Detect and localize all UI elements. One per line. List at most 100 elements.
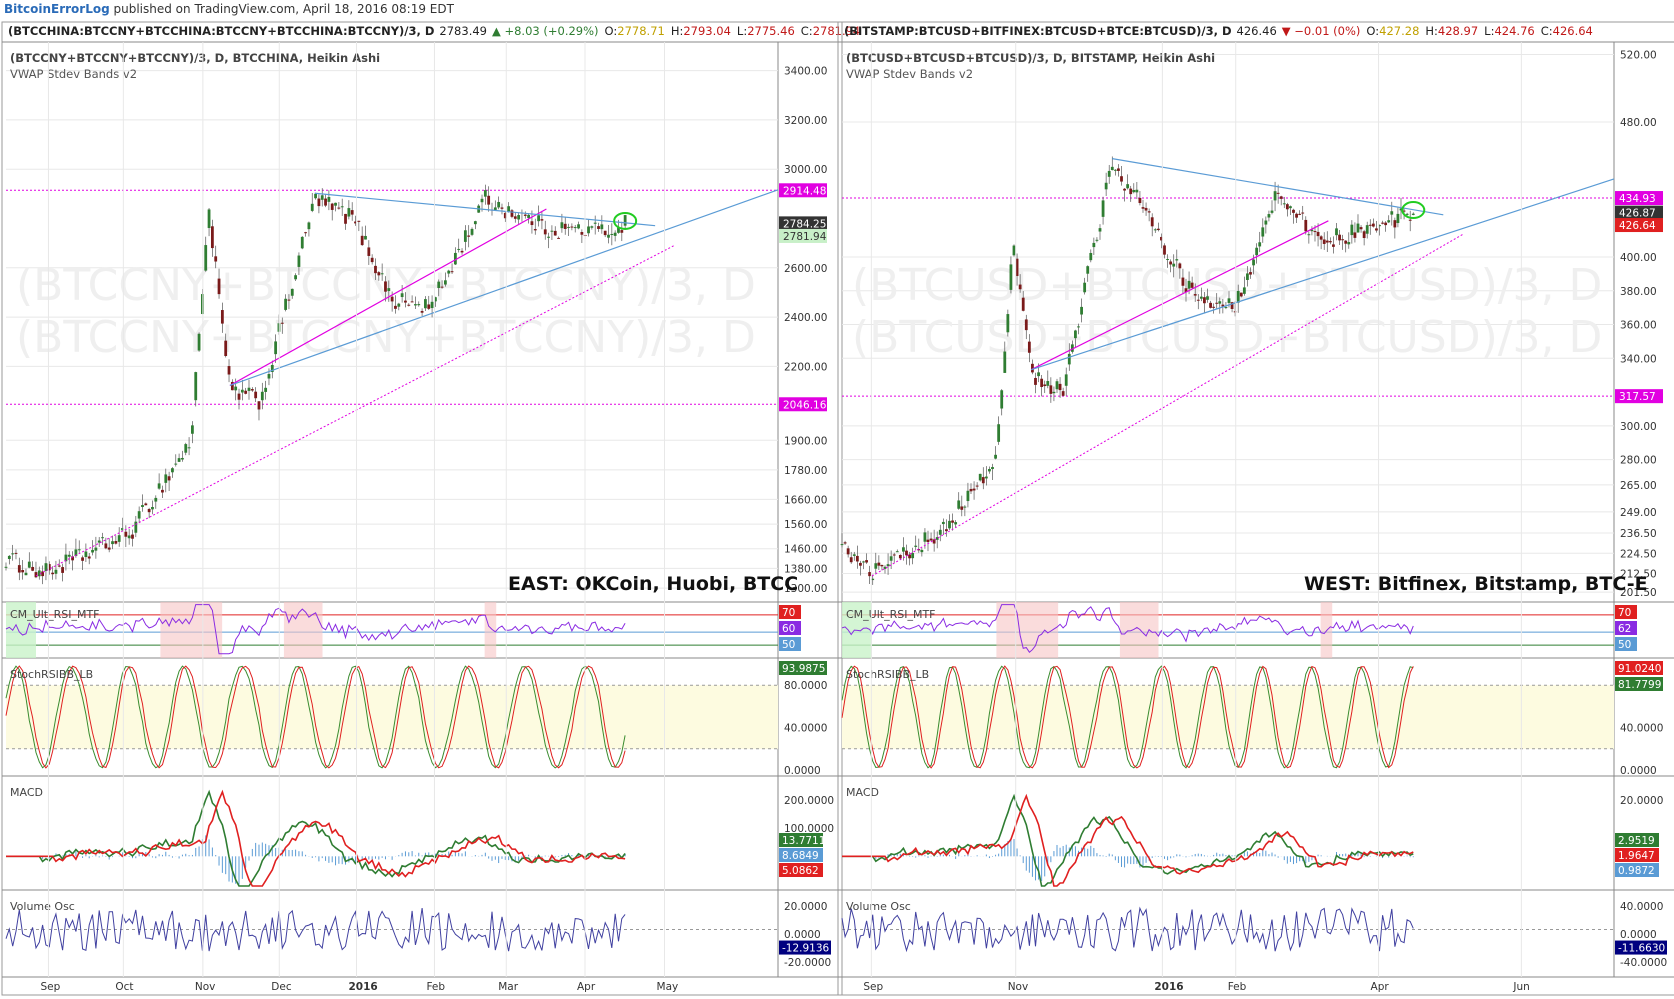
candle-body [304,232,307,234]
candle-body [4,566,8,568]
candle-body [852,554,856,556]
candle-body [1264,220,1268,225]
candle-body [1083,282,1087,293]
macd-badge-label: 8.6849 [782,850,819,862]
candle-body [902,547,905,552]
candle-body [367,247,371,256]
resistance-line-blue [1112,158,1444,216]
candle-body [267,374,271,379]
candle-body [573,227,577,229]
price-tick-label: 224.50 [1620,548,1657,560]
candle-body [1052,391,1056,394]
candle-body [470,228,474,235]
price-tick-label: 3000.00 [784,164,827,176]
stoch-tick-label: 40.0000 [784,723,827,735]
topbar-symbol: (BTCCHINA:BTCCNY+BTCCHINA:BTCCNY+BTCCHIN… [8,24,434,38]
candle-body [443,280,447,285]
candle-body [1307,234,1311,236]
topbar-last: 2783.49 [439,24,487,38]
time-tick-label: Mar [498,981,518,993]
candle-body [250,389,254,391]
topbar-h_label: H: [671,24,684,38]
candle-body [264,387,268,392]
candle-body [1338,234,1341,241]
candle-body [1387,220,1391,223]
candle-body [988,469,991,472]
candle-body [553,230,557,236]
candle-body [254,391,258,399]
price-tick-label: 265.00 [1620,480,1657,492]
stoch-badge-label: 81.7799 [1618,679,1661,691]
macd-badge-label: 13.7711 [782,835,825,847]
candle-body [410,301,414,303]
candle-body [360,235,364,246]
volosc-badge-label: -12.9136 [782,943,830,955]
macd-histogram [875,838,1414,881]
candle-body [417,304,421,306]
candle-body [1141,207,1145,209]
price-badge: 2046.16 [779,397,827,412]
price-tick-label: 1780.00 [784,465,827,477]
candle-body [400,293,404,298]
candle-body [1341,239,1345,241]
price-badge: 2784.25 [779,216,827,231]
candle-body [895,551,899,553]
candle-body [1347,242,1351,245]
candle-body [1196,299,1200,301]
candle-body [523,214,527,216]
candle-body [237,393,241,400]
price-tick-label: 236.50 [1620,528,1657,540]
topbar-h: 428.97 [1438,24,1478,38]
candle-body [1037,372,1040,377]
candle-body [450,271,454,273]
candle-body [404,300,407,303]
volosc-tick-label: 20.0000 [784,901,827,913]
time-tick-label: Apr [1371,981,1390,993]
rsi-overbought-zone [484,602,497,658]
candle-body [320,195,324,200]
macd-line [6,789,626,887]
candle-body [530,221,534,226]
candle-body [184,444,188,453]
candle-body [287,299,291,301]
candle-body [537,215,540,222]
rsi-title: CM_Ult_RSI_MTF [10,608,100,621]
price-tick-label: 1900.00 [784,435,827,447]
candle-body [972,488,976,491]
rsi-title: CM_Ult_RSI_MTF [846,608,936,621]
candle-body [473,221,477,225]
topbar-o: 427.28 [1379,24,1419,38]
candle-body [337,207,341,209]
candle-body [260,391,264,401]
topbar-h: 2793.04 [683,24,731,38]
candle-body [991,467,994,470]
candle-body [214,256,218,262]
price-tick-label: 1660.00 [784,494,827,506]
candle-body [1009,264,1013,290]
candle-body [1061,391,1065,396]
candle-body [843,542,847,544]
candle-body [1144,207,1148,211]
candle-body [1086,266,1090,274]
candle-body [1227,298,1231,303]
macd-badge-label: 2.9519 [1618,835,1655,847]
candle-body [1117,168,1120,171]
topbar-c_label: C: [801,24,813,38]
candle-body [420,310,424,313]
candle-body [1040,378,1044,387]
stoch-tick-label: 40.0000 [1620,723,1663,735]
candle-body [1120,176,1123,182]
candle-body [1267,214,1271,218]
topbar-l: 2775.46 [747,24,795,38]
candle-body [157,483,161,489]
candle-body [297,255,301,267]
candle-body [620,230,624,233]
candle-body [1055,381,1059,390]
candle-body [1252,259,1255,266]
topbar-last: 426.46 [1237,24,1277,38]
candle-body [948,520,951,529]
candle-body [1046,381,1050,386]
candle-body [310,203,314,211]
topbar-o_label: O: [605,24,618,38]
candle-body [1298,213,1302,215]
